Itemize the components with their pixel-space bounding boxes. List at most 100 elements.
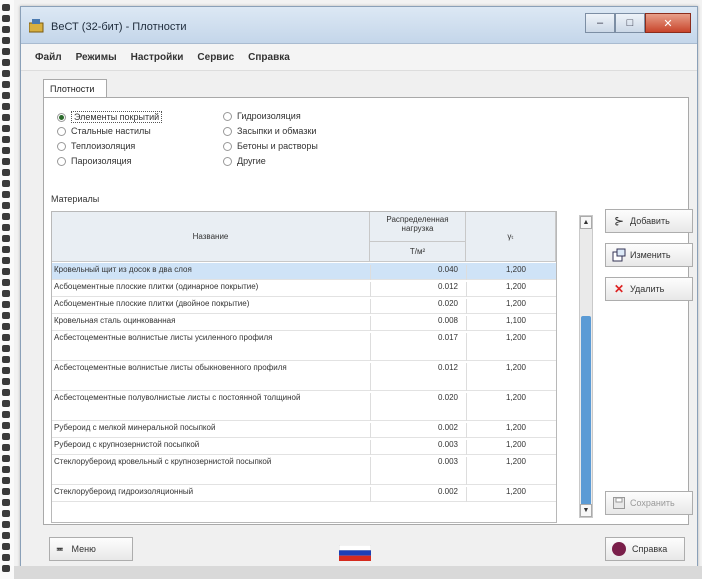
add-button[interactable]: ⊱ Добавить xyxy=(605,209,693,233)
radio-thermal-insulation[interactable]: Теплоизоляция xyxy=(57,141,135,151)
materials-table[interactable]: Название Распределенная нагрузка Т/м² γₜ… xyxy=(51,211,557,523)
maximize-button[interactable]: □ xyxy=(615,13,645,33)
table-row[interactable]: Кровельная сталь оцинкованная 0.008 1,100 xyxy=(52,314,556,331)
table-row[interactable]: Асбоцементные плоские плитки (одинарное … xyxy=(52,280,556,297)
spiral-ring xyxy=(2,345,10,352)
cell-gamma: 1,200 xyxy=(466,282,532,297)
edit-icon xyxy=(612,248,626,262)
radio-vapor-barrier[interactable]: Пароизоляция xyxy=(57,156,132,166)
table-row[interactable]: Кровельный щит из досок в два слоя 0.040 1… xyxy=(52,263,556,280)
table-row[interactable]: Асбестоцементные волнистые листы обыкнов… xyxy=(52,361,556,391)
help-icon xyxy=(612,542,626,556)
cell-gamma: 1,200 xyxy=(466,299,532,314)
table-row[interactable]: Асбоцементные плоские плитки (двойное по… xyxy=(52,297,556,314)
spiral-ring xyxy=(2,246,10,253)
spiral-ring xyxy=(2,81,10,88)
app-window: ВеСТ (32-бит) - Плотности – □ ✕ Файл Реж… xyxy=(20,6,698,568)
radio-waterproofing[interactable]: Гидроизоляция xyxy=(223,111,301,121)
radio-steel-decks[interactable]: Стальные настилы xyxy=(57,126,151,136)
spiral-ring xyxy=(2,191,10,198)
cell-name: Асбестоцементные волнистые листы усиленн… xyxy=(54,333,273,342)
close-button[interactable]: ✕ xyxy=(645,13,691,33)
minimize-button[interactable]: – xyxy=(585,13,615,33)
spiral-ring xyxy=(2,15,10,22)
cell-load: 0.008 xyxy=(370,316,462,331)
radio-dot xyxy=(57,126,66,136)
radio-concretes-mortars[interactable]: Бетоны и растворы xyxy=(223,141,318,151)
add-icon: ⊱ xyxy=(613,214,625,228)
table-row[interactable]: Асбестоцементные полуволнистые листы с п… xyxy=(52,391,556,421)
cell-load: 0.002 xyxy=(370,423,462,438)
table-row[interactable]: Рубероид с мелкой минеральной посыпкой 0.… xyxy=(52,421,556,438)
spiral-ring xyxy=(2,389,10,396)
spiral-ring xyxy=(2,235,10,242)
cell-gamma: 1,200 xyxy=(466,457,532,485)
menu-help[interactable]: Справка xyxy=(248,52,290,63)
spiral-ring xyxy=(2,26,10,33)
table-row[interactable]: Рубероид с крупнозернистой посыпкой 0.003… xyxy=(52,438,556,455)
radio-dot xyxy=(223,156,232,166)
scroll-up-arrow[interactable]: ▲ xyxy=(580,216,592,229)
cell-gamma: 1,200 xyxy=(466,440,532,455)
spiral-ring xyxy=(2,510,10,517)
cell-name: Асбестоцементные волнистые листы обыкнов… xyxy=(54,363,287,372)
tab-densities[interactable]: Плотности xyxy=(43,79,107,97)
header-name[interactable]: Название xyxy=(52,212,370,262)
cell-gamma: 1,200 xyxy=(466,423,532,438)
cell-gamma: 1,200 xyxy=(466,487,532,502)
cell-load: 0.003 xyxy=(370,440,462,455)
spiral-ring xyxy=(2,521,10,528)
cell-name: Кровельный щит из досок в два слоя xyxy=(54,265,192,274)
edit-label: Изменить xyxy=(630,250,671,260)
menu-modes[interactable]: Режимы xyxy=(76,52,117,63)
radio-label: Стальные настилы xyxy=(71,126,151,136)
radio-roof-elements[interactable]: Элементы покрытий xyxy=(57,111,163,123)
header-load[interactable]: Распределенная нагрузка xyxy=(370,212,466,242)
table-row[interactable]: Асбестоцементные волнистые листы усиленн… xyxy=(52,331,556,361)
radio-fills-coatings[interactable]: Засыпки и обмазки xyxy=(223,126,316,136)
cell-name: Стеклорубероид кровельный с крупнозернис… xyxy=(54,457,272,466)
cell-name: Стеклорубероид гидроизоляционный xyxy=(54,487,194,496)
menu-icon: ≖ xyxy=(56,543,64,554)
spiral-ring xyxy=(2,257,10,264)
delete-button[interactable]: ✕ Удалить xyxy=(605,277,693,301)
cell-name: Рубероид с крупнозернистой посыпкой xyxy=(54,440,200,449)
radio-other[interactable]: Другие xyxy=(223,156,266,166)
spiral-ring xyxy=(2,114,10,121)
save-button[interactable]: Сохранить xyxy=(605,491,693,515)
help-button[interactable]: Справка xyxy=(605,537,685,561)
cell-load: 0.012 xyxy=(370,282,462,297)
spiral-ring xyxy=(2,312,10,319)
spiral-ring xyxy=(2,565,10,572)
edit-button[interactable]: Изменить xyxy=(605,243,693,267)
table-row[interactable]: Стеклорубероид кровельный с крупнозернис… xyxy=(52,455,556,485)
spiral-ring xyxy=(2,543,10,550)
cell-name: Асбестоцементные полуволнистые листы с п… xyxy=(54,393,301,402)
spiral-ring xyxy=(2,37,10,44)
menu-settings[interactable]: Настройки xyxy=(131,52,184,63)
scroll-thumb[interactable] xyxy=(581,316,591,516)
menu-file[interactable]: Файл xyxy=(35,52,62,63)
spiral-ring xyxy=(2,433,10,440)
menu-service[interactable]: Сервис xyxy=(197,52,234,63)
window-title: ВеСТ (32-бит) - Плотности xyxy=(51,21,187,33)
spiral-ring xyxy=(2,301,10,308)
menu-button[interactable]: ≖ Меню xyxy=(49,537,133,561)
radio-dot xyxy=(223,111,232,121)
spiral-ring xyxy=(2,499,10,506)
cell-load: 0.002 xyxy=(370,487,462,502)
spiral-ring xyxy=(2,323,10,330)
table-scrollbar[interactable]: ▲ ▼ xyxy=(579,215,593,518)
scroll-down-arrow[interactable]: ▼ xyxy=(580,504,592,517)
spiral-ring xyxy=(2,4,10,11)
cell-name: Рубероид с мелкой минеральной посыпкой xyxy=(54,423,216,432)
close-icon: ✕ xyxy=(663,17,673,30)
header-load-unit: Т/м² xyxy=(370,242,466,262)
minimize-icon: – xyxy=(596,17,604,29)
spiral-ring xyxy=(2,466,10,473)
spiral-ring xyxy=(2,455,10,462)
spiral-ring xyxy=(2,158,10,165)
table-row[interactable]: Стеклорубероид гидроизоляционный 0.002 1,2… xyxy=(52,485,556,502)
russian-flag-icon[interactable] xyxy=(339,545,371,561)
header-gamma[interactable]: γₜ xyxy=(466,212,556,262)
